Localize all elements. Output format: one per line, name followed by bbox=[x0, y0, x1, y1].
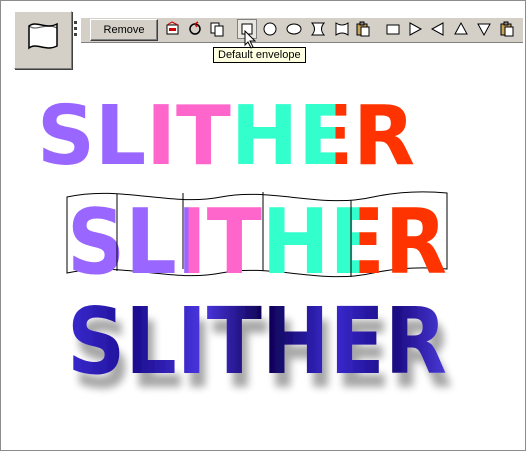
canvas-window: Remove Default envelope SLITHER SLITHER … bbox=[0, 0, 526, 451]
mouse-pointer-icon bbox=[244, 29, 258, 55]
triangle-down-icon[interactable] bbox=[475, 20, 493, 38]
paste-icon[interactable] bbox=[498, 20, 516, 38]
ellipse-envelope-icon[interactable] bbox=[285, 20, 303, 38]
slither-blue-text: SLITHER bbox=[67, 288, 447, 395]
envelope-edit-icon[interactable] bbox=[164, 20, 182, 38]
tooltip: Default envelope bbox=[213, 47, 306, 63]
triangle-right-icon[interactable] bbox=[406, 20, 424, 38]
wavy-envelope: SLITHER bbox=[66, 190, 448, 295]
hourglass-envelope-icon[interactable] bbox=[309, 20, 327, 38]
copy-icon[interactable] bbox=[208, 20, 226, 38]
remove-button[interactable]: Remove bbox=[90, 19, 158, 41]
slither-flat-text: SLITHER bbox=[37, 89, 415, 184]
artwork-canvas: SLITHER SLITHER SLITHER bbox=[37, 89, 448, 395]
circle-envelope-icon[interactable] bbox=[261, 20, 279, 38]
paste-icon[interactable] bbox=[354, 20, 372, 38]
envelope-flag-icon[interactable] bbox=[14, 11, 72, 69]
circular-arrow-icon[interactable] bbox=[186, 20, 204, 38]
triangle-left-icon[interactable] bbox=[429, 20, 447, 38]
slither-envelope-text: SLITHER bbox=[67, 190, 447, 295]
rectangle-icon[interactable] bbox=[384, 20, 402, 38]
bow-envelope-icon[interactable] bbox=[333, 20, 351, 38]
triangle-up-icon[interactable] bbox=[452, 20, 470, 38]
